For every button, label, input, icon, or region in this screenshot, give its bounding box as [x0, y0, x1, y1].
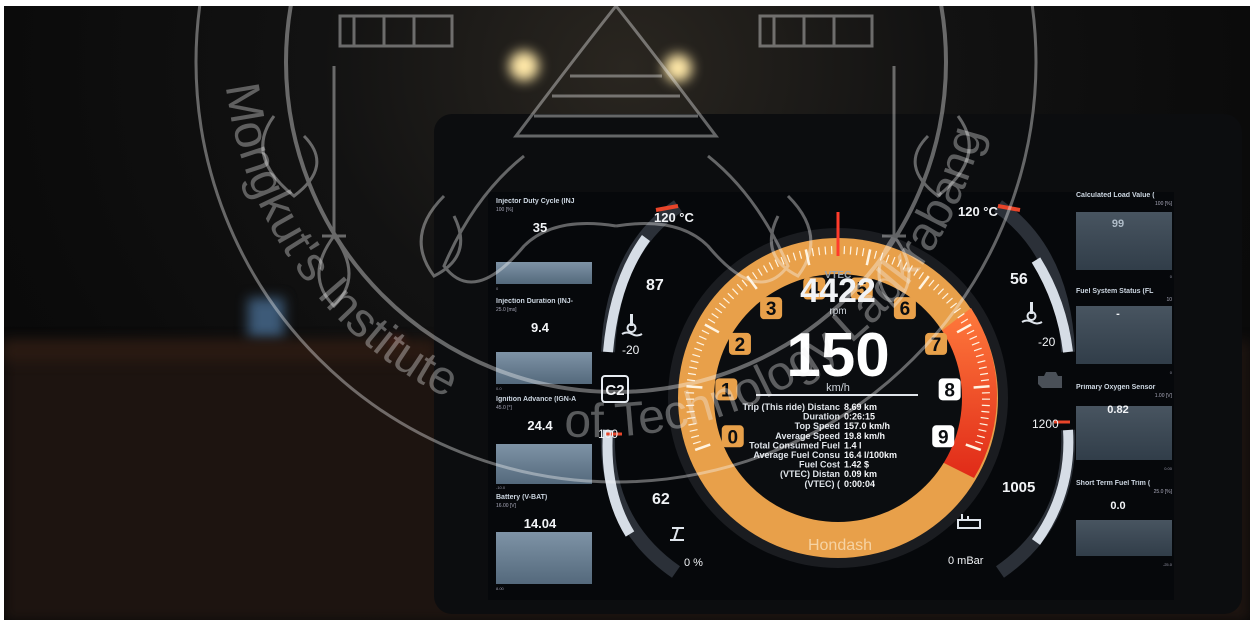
- video-frame: Injector Duty Cycle (INJ 100 [%] 35 0 In…: [4, 6, 1250, 620]
- seal-text-right: of Technology Ladkrabang: [563, 121, 993, 448]
- university-seal-watermark: Mongkut's Institute of Technology Ladkra…: [194, 6, 1038, 484]
